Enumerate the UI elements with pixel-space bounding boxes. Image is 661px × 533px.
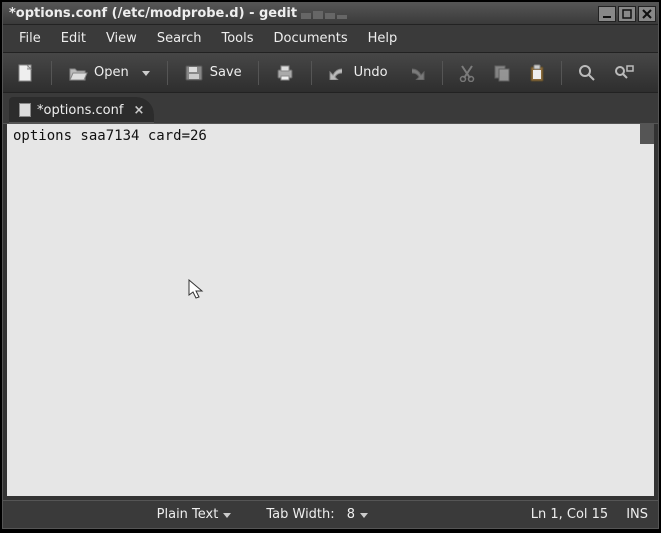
redo-icon bbox=[406, 66, 426, 80]
tab-options-conf[interactable]: *options.conf × bbox=[9, 97, 154, 123]
statusbar: Plain Text Tab Width: 8 Ln 1, Col 15 INS bbox=[3, 500, 658, 528]
chevron-down-icon bbox=[222, 510, 232, 520]
save-label: Save bbox=[210, 65, 242, 80]
copy-icon bbox=[493, 64, 511, 82]
tab-close-button[interactable]: × bbox=[133, 103, 144, 118]
cut-button[interactable] bbox=[453, 58, 481, 88]
menu-documents[interactable]: Documents bbox=[266, 27, 356, 50]
chevron-down-icon bbox=[359, 510, 369, 520]
search-button[interactable] bbox=[572, 58, 602, 88]
replace-icon bbox=[614, 64, 634, 82]
tab-label: *options.conf bbox=[37, 103, 123, 118]
menu-search[interactable]: Search bbox=[149, 27, 210, 50]
new-file-icon bbox=[17, 63, 35, 83]
open-folder-icon bbox=[68, 64, 88, 82]
maximize-button[interactable] bbox=[618, 6, 636, 22]
open-label: Open bbox=[94, 65, 129, 80]
print-icon bbox=[275, 64, 295, 82]
redo-button[interactable] bbox=[400, 58, 432, 88]
cut-icon bbox=[459, 64, 475, 82]
undo-label: Undo bbox=[354, 65, 388, 80]
close-button[interactable] bbox=[638, 6, 656, 22]
menubar: File Edit View Search Tools Documents He… bbox=[3, 25, 658, 53]
document-icon bbox=[19, 103, 31, 117]
editor-area: options saa7134 card=26 bbox=[3, 123, 658, 500]
paste-icon bbox=[529, 64, 545, 82]
cursor-position: Ln 1, Col 15 bbox=[531, 507, 608, 522]
scrollbar-vertical[interactable] bbox=[640, 124, 654, 144]
syntax-mode-label: Plain Text bbox=[157, 507, 219, 522]
window-title: *options.conf (/etc/modprobe.d) - gedit bbox=[9, 6, 297, 21]
titlebar[interactable]: *options.conf (/etc/modprobe.d) - gedit bbox=[3, 3, 658, 25]
tabwidth-button[interactable]: Tab Width: 8 bbox=[258, 504, 377, 525]
search-icon bbox=[578, 64, 596, 82]
app-window: *options.conf (/etc/modprobe.d) - gedit … bbox=[2, 2, 659, 529]
chevron-down-icon bbox=[141, 68, 151, 78]
save-button[interactable]: Save bbox=[178, 58, 248, 88]
replace-button[interactable] bbox=[608, 58, 640, 88]
undo-icon bbox=[328, 66, 348, 80]
save-icon bbox=[184, 64, 204, 82]
syntax-mode-button[interactable]: Plain Text bbox=[149, 504, 241, 525]
tabwidth-value: 8 bbox=[347, 507, 355, 522]
menu-help[interactable]: Help bbox=[360, 27, 406, 50]
menu-file[interactable]: File bbox=[11, 27, 49, 50]
menu-edit[interactable]: Edit bbox=[53, 27, 94, 50]
menu-view[interactable]: View bbox=[98, 27, 145, 50]
open-dropdown[interactable] bbox=[135, 58, 157, 88]
print-button[interactable] bbox=[269, 58, 301, 88]
titlebar-decoration bbox=[301, 9, 421, 19]
tabbar: *options.conf × bbox=[3, 93, 658, 123]
undo-button[interactable]: Undo bbox=[322, 58, 394, 88]
tabwidth-label: Tab Width: bbox=[266, 507, 334, 522]
paste-button[interactable] bbox=[523, 58, 551, 88]
text-editor[interactable]: options saa7134 card=26 bbox=[7, 124, 654, 496]
open-button[interactable]: Open bbox=[62, 58, 135, 88]
insert-mode: INS bbox=[626, 507, 648, 522]
copy-button[interactable] bbox=[487, 58, 517, 88]
toolbar: Open Save bbox=[3, 53, 658, 93]
minimize-button[interactable] bbox=[598, 6, 616, 22]
new-button[interactable] bbox=[11, 58, 41, 88]
menu-tools[interactable]: Tools bbox=[213, 27, 261, 50]
